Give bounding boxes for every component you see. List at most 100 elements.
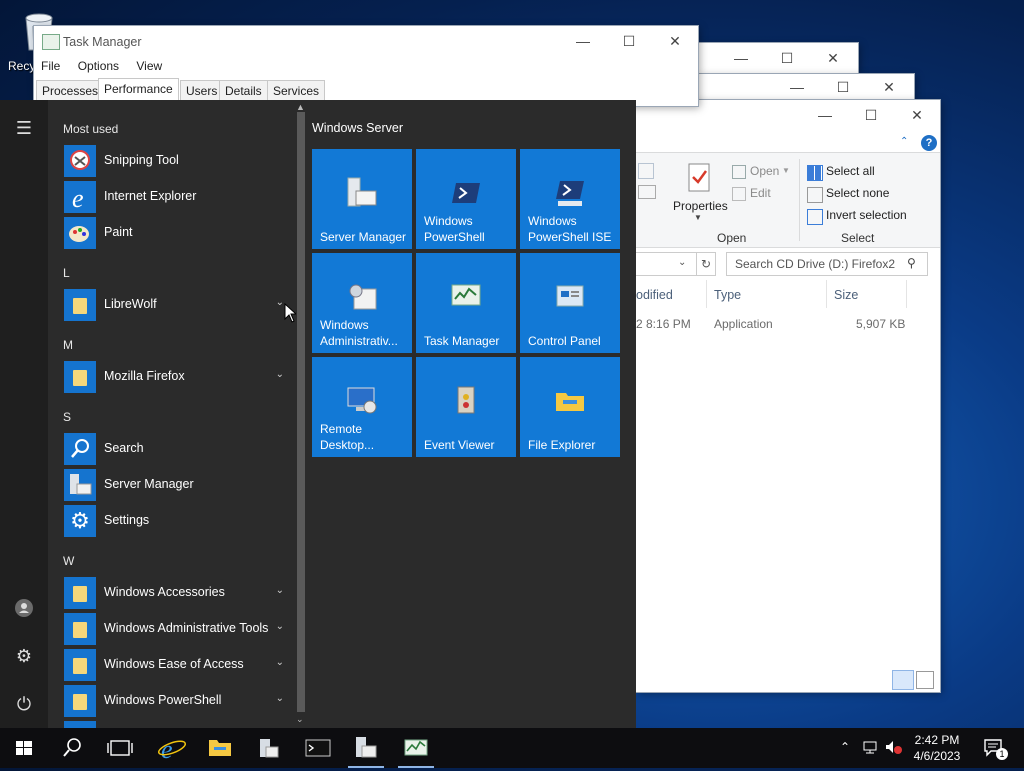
chevron-down-icon[interactable]: ⌄ [678, 257, 686, 268]
column-size[interactable]: Size [834, 288, 858, 302]
scroll-down-icon[interactable]: ⌄ [296, 714, 304, 725]
app-windows-accessories[interactable]: Windows Accessories ⌄ [64, 577, 296, 609]
server-manager-taskbar-icon[interactable] [244, 728, 292, 768]
close-icon[interactable]: ✕ [866, 72, 912, 102]
internet-explorer-taskbar-icon[interactable]: e [148, 728, 196, 768]
app-server-manager[interactable]: Server Manager [64, 469, 296, 501]
tab-details[interactable]: Details [219, 80, 268, 101]
app-windows-powershell[interactable]: Windows PowerShell ⌄ [64, 685, 296, 717]
column-type[interactable]: Type [714, 288, 741, 302]
group-header-w[interactable]: W [63, 554, 74, 568]
task-view-button[interactable] [96, 728, 144, 768]
maximize-icon[interactable]: ☐ [820, 72, 866, 102]
tile-file-explorer[interactable]: File Explorer [520, 357, 620, 457]
group-header-s[interactable]: S [63, 410, 71, 424]
settings-gear-icon[interactable]: ⚙ [12, 644, 36, 668]
close-icon[interactable]: ✕ [894, 100, 940, 130]
clock[interactable]: 2:42 PM 4/6/2023 [913, 732, 961, 764]
chevron-down-icon[interactable]: ⌄ [276, 621, 284, 632]
tab-users[interactable]: Users [180, 80, 224, 101]
chevron-down-icon[interactable]: ⌄ [276, 657, 284, 668]
search-button[interactable] [48, 728, 96, 768]
details-view-icon[interactable] [892, 670, 914, 690]
properties-button[interactable]: Properties [673, 199, 728, 213]
minimize-icon[interactable]: — [802, 100, 848, 130]
minimize-icon[interactable]: — [774, 72, 820, 102]
file-explorer-window[interactable]: — ☐ ✕ ⌃ ? Properties ▼ Open ▼ Edit Open … [636, 100, 940, 692]
file-explorer-taskbar-icon[interactable] [196, 728, 244, 768]
group-header-l[interactable]: L [63, 266, 70, 280]
maximize-icon[interactable]: ☐ [606, 26, 652, 56]
new-item-icon[interactable] [638, 185, 656, 199]
minimize-icon[interactable]: — [560, 26, 606, 56]
search-icon[interactable]: ⚲ [907, 256, 916, 270]
tab-performance[interactable]: Performance [98, 78, 179, 101]
invert-selection-button[interactable]: Invert selection [826, 208, 907, 222]
tab-services[interactable]: Services [267, 80, 326, 101]
menu-view[interactable]: View [136, 59, 162, 73]
minimize-icon[interactable]: — [718, 43, 764, 73]
task-manager-icon [42, 34, 60, 50]
scroll-up-icon[interactable]: ▲ [296, 102, 305, 112]
app-settings[interactable]: ⚙ Settings [64, 505, 296, 537]
app-windows-administrative-tools[interactable]: Windows Administrative Tools ⌄ [64, 613, 296, 645]
volume-muted-icon[interactable] [884, 739, 902, 758]
app-list-scrollbar[interactable] [297, 112, 305, 712]
open-button[interactable]: Open [750, 164, 779, 178]
tile-control-panel[interactable]: Control Panel [520, 253, 620, 353]
table-row[interactable]: 2 8:16 PM Application 5,907 KB [636, 316, 916, 336]
app-snipping-tool[interactable]: Snipping Tool [64, 145, 296, 177]
chevron-down-icon[interactable]: ⌄ [276, 369, 284, 380]
tile-task-manager[interactable]: Task Manager [416, 253, 516, 353]
server-manager-2-taskbar-icon[interactable] [342, 728, 390, 768]
chevron-up-icon[interactable]: ⌃ [840, 740, 850, 754]
edit-button[interactable]: Edit [750, 186, 771, 200]
chevron-down-icon[interactable]: ⌄ [276, 693, 284, 704]
maximize-icon[interactable]: ☐ [764, 43, 810, 73]
background-window-1[interactable]: — ☐ ✕ [698, 43, 858, 73]
app-internet-explorer[interactable]: e Internet Explorer [64, 181, 296, 213]
hamburger-menu-icon[interactable]: ☰ [12, 116, 36, 140]
address-bar[interactable]: ⌄ [636, 252, 697, 276]
tile-remote-desktop[interactable]: Remote Desktop... [312, 357, 412, 457]
tile-server-manager[interactable]: Server Manager [312, 149, 412, 249]
chevron-down-icon[interactable]: ⌄ [276, 297, 284, 308]
app-librewolf[interactable]: LibreWolf ⌄ [64, 289, 296, 321]
close-icon[interactable]: ✕ [810, 43, 856, 73]
search-box[interactable]: Search CD Drive (D:) Firefox2 ⚲ [726, 252, 928, 276]
close-icon[interactable]: ✕ [652, 26, 698, 56]
user-account-icon[interactable] [12, 596, 36, 620]
tile-event-viewer[interactable]: Event Viewer [416, 357, 516, 457]
group-header-m[interactable]: M [63, 338, 73, 352]
tile-windows-powershell[interactable]: Windows PowerShell [416, 149, 516, 249]
app-mozilla-firefox[interactable]: Mozilla Firefox ⌄ [64, 361, 296, 393]
search-input[interactable]: Search CD Drive (D:) Firefox2 [735, 257, 895, 271]
select-none-button[interactable]: Select none [826, 186, 889, 200]
menu-file[interactable]: File [41, 59, 60, 73]
maximize-icon[interactable]: ☐ [848, 100, 894, 130]
chevron-up-icon[interactable]: ⌃ [900, 136, 908, 147]
column-date-modified[interactable]: odified [636, 288, 673, 302]
chevron-down-icon[interactable]: ⌄ [276, 585, 284, 596]
app-search[interactable]: Search [64, 433, 296, 465]
tile-windows-administrative-tools[interactable]: Windows Administrativ... [312, 253, 412, 353]
app-windows-ease-of-access[interactable]: Windows Ease of Access ⌄ [64, 649, 296, 681]
menu-options[interactable]: Options [78, 59, 119, 73]
chevron-down-icon[interactable]: ▼ [694, 213, 702, 222]
refresh-icon[interactable]: ↻ [696, 252, 716, 276]
app-paint[interactable]: Paint [64, 217, 296, 249]
task-manager-taskbar-icon[interactable] [392, 728, 440, 768]
select-all-button[interactable]: Select all [826, 164, 875, 178]
tile-windows-powershell-ise[interactable]: Windows PowerShell ISE [520, 149, 620, 249]
powershell-taskbar-icon[interactable] [294, 728, 342, 768]
large-icons-view-icon[interactable] [916, 671, 934, 689]
tab-processes[interactable]: Processes [36, 80, 105, 101]
properties-icon[interactable] [686, 163, 712, 193]
network-icon[interactable] [862, 739, 880, 758]
start-button[interactable] [0, 728, 48, 768]
power-icon[interactable]: ⏻ [12, 692, 36, 716]
copy-path-icon[interactable] [638, 163, 654, 179]
help-icon[interactable]: ? [921, 135, 937, 151]
background-window-2[interactable]: — ☐ ✕ [698, 74, 914, 100]
app-partial[interactable] [64, 721, 296, 728]
